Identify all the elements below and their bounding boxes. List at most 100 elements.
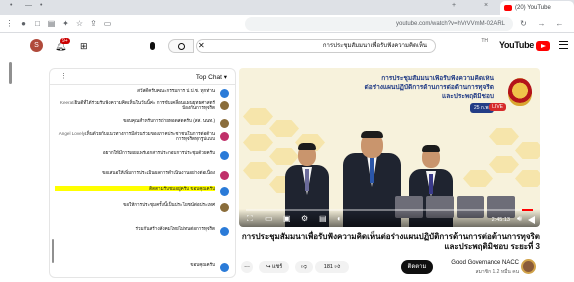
chat-author-avatar[interactable] <box>220 89 229 98</box>
chat-author-avatar[interactable] <box>220 101 229 110</box>
chat-message-body: ขอให้การประชุมครั้งนี้เป็นประโยชน์ต่อประ… <box>123 202 215 207</box>
voice-search-icon[interactable] <box>150 42 155 50</box>
share-icon: ↪ <box>265 264 271 270</box>
chat-message-body: อยากให้มีการเผยแพร่เอกสารประกอบการประชุม… <box>102 150 215 155</box>
create-video-icon[interactable]: ⊞ <box>80 41 88 52</box>
chat-author-avatar[interactable] <box>220 171 229 180</box>
new-tab-button[interactable]: + <box>452 2 456 9</box>
hexagon-decoration <box>515 142 540 159</box>
country-code: TH <box>481 38 488 44</box>
youtube-logo[interactable]: TH YouTube <box>481 38 550 51</box>
window-minimize-icon[interactable]: — <box>25 2 32 9</box>
chat-message-text: Keeratiยินดีที่ได้ร่วมรับฟังความคิดเห็นใ… <box>55 100 215 111</box>
download-icon[interactable]: □ <box>32 18 43 29</box>
chat-message-body: ขอเสนอให้เพิ่มการประเมินผลการดำเนินงานอย… <box>102 170 215 175</box>
guide-menu-icon[interactable] <box>559 41 568 49</box>
video-title: การประชุมสัมมนาเพื่อรับฟังความคิดเห็นต่อ… <box>241 232 540 251</box>
theater-mode-icon[interactable]: ▭ <box>265 214 273 224</box>
address-bar[interactable]: youtube.com/watch?v=hVrVVmM-02ARL <box>245 17 513 31</box>
fullscreen-icon[interactable]: ⛶ <box>247 214 253 224</box>
page-scrollbar[interactable] <box>9 62 12 84</box>
share-icon[interactable]: ⇪ <box>88 18 99 29</box>
subscribe-button[interactable]: ติดตาม <box>401 260 433 274</box>
video-banner-line-3: และประพฤติมิชอบ <box>442 93 494 100</box>
chat-author-name[interactable]: Keerati <box>60 100 75 105</box>
video-player[interactable]: การประชุมสัมมนาเพื่อรับฟังความคิดเห็น ต่… <box>239 68 540 227</box>
chat-message: ขอบคุณครับ <box>54 262 229 272</box>
profile-icon[interactable]: ▤ <box>46 18 57 29</box>
browser-tab-strip: • — • + × (20) YouTube <box>0 0 574 15</box>
youtube-play-logo-icon <box>536 41 550 51</box>
chat-message: Keeratiยินดีที่ได้ร่วมรับฟังความคิดเห็นใ… <box>54 100 229 110</box>
live-chat-panel: ⋮ Top Chat ▾ สวัสดีครับคณะกรรมการ ป.ป.ช.… <box>49 68 236 278</box>
channel-avatar[interactable] <box>521 259 536 274</box>
hexagon-decoration <box>489 128 519 145</box>
thumbs-up-icon: 👍︎ <box>334 264 341 270</box>
autoplay-toggle-icon[interactable]: ◐ <box>337 214 342 224</box>
chat-more-options-icon[interactable]: ⋮ <box>60 72 67 80</box>
chat-message: ร่วมกันสร้างสังคมไทยไม่ทนต่อการทุจริต <box>54 226 229 236</box>
chat-author-name[interactable]: Angel Lovely <box>59 131 85 136</box>
chat-author-avatar[interactable] <box>220 187 229 196</box>
captions-icon[interactable]: ▤ <box>319 214 327 224</box>
chat-author-avatar[interactable] <box>220 119 229 128</box>
menu-dots-icon[interactable]: ⋮ <box>4 18 15 29</box>
dislike-button[interactable]: 👎︎ <box>295 261 313 273</box>
chat-mode-selector[interactable]: Top Chat ▾ <box>196 73 227 81</box>
settings-gear-icon[interactable]: ⚙ <box>301 214 308 224</box>
chat-message-body: สวัสดีครับคณะกรรมการ ป.ป.ช. ทุกท่าน <box>137 88 215 93</box>
chat-message-body: ขอบคุณครับ <box>190 262 215 267</box>
chat-author-avatar[interactable] <box>220 151 229 160</box>
chat-message-body: ติดตามรับชมอยู่ครับ ขอบคุณครับ <box>149 186 215 191</box>
chat-author-avatar[interactable] <box>220 227 229 236</box>
like-button[interactable]: 181 👍︎ <box>315 261 349 273</box>
chat-scrollbar[interactable] <box>52 239 54 263</box>
chat-message: ขอให้การประชุมครั้งนี้เป็นประโยชน์ต่อประ… <box>54 202 229 212</box>
chat-message-list: สวัสดีครับคณะกรรมการ ป.ป.ช. ทุกท่าน Keera… <box>50 86 235 277</box>
miniplayer-icon[interactable]: ▣ <box>283 214 291 224</box>
account-avatar[interactable]: S <box>30 39 43 52</box>
video-progress-bar[interactable] <box>246 209 533 211</box>
cast-icon[interactable]: ▭ <box>102 18 113 29</box>
search-button[interactable] <box>168 39 194 53</box>
bookmark-star-icon[interactable]: ☆ <box>74 18 85 29</box>
hexagon-decoration <box>515 170 540 187</box>
puzzle-icon[interactable]: ✦ <box>60 18 71 29</box>
chat-message: อยากให้มีการเผยแพร่เอกสารประกอบการประชุม… <box>54 150 229 160</box>
back-icon[interactable]: ← <box>554 18 565 29</box>
chat-message-body: ร่วมกันสร้างสังคมไทยไม่ทนต่อการทุจริต <box>135 226 215 231</box>
browser-tab-youtube[interactable]: (20) YouTube <box>500 1 574 15</box>
chat-message: ขอบคุณสำหรับการถ่ายทอดสดครับ (สส. นนท.) <box>54 118 229 128</box>
extension-icon[interactable]: ● <box>18 18 29 29</box>
chat-message-body: ยินดีที่ได้ร่วมรับฟังความคิดเห็นในวันนี้… <box>74 100 215 111</box>
channel-name[interactable]: Good Governance NACC <box>451 260 519 266</box>
chat-message-text: ขอเสนอให้เพิ่มการประเมินผลการดำเนินงานอย… <box>55 170 215 175</box>
window-close-icon[interactable]: • <box>10 2 12 9</box>
play-button[interactable] <box>528 216 535 224</box>
chat-message-text: สวัสดีครับคณะกรรมการ ป.ป.ช. ทุกท่าน <box>55 88 215 93</box>
chat-author-avatar[interactable] <box>220 263 229 272</box>
window-maximize-icon[interactable]: • <box>40 2 42 9</box>
chat-message-body: ขอบคุณสำหรับการถ่ายทอดสดครับ (สส. นนท.) <box>123 118 215 123</box>
chat-author-avatar[interactable] <box>220 132 229 141</box>
youtube-wordmark: YouTube <box>498 40 534 50</box>
search-input[interactable]: การประชุมสัมมนาเพื่อรับฟังความคิดเห็น <box>196 39 436 53</box>
chat-author-avatar[interactable] <box>220 203 229 212</box>
tab-close-icon[interactable]: × <box>484 2 488 9</box>
chat-message: สวัสดีครับคณะกรรมการ ป.ป.ช. ทุกท่าน <box>54 88 229 98</box>
forward-icon[interactable]: → <box>536 18 547 29</box>
nacc-seal-logo <box>508 78 532 106</box>
more-actions-button[interactable]: ... <box>241 261 253 273</box>
chat-message: ติดตามรับชมอยู่ครับ ขอบคุณครับ <box>54 186 229 196</box>
chat-message: Angel Lovelyเห็นด้วยกับแนวทางการมีส่วนร่… <box>54 131 229 141</box>
hexagon-decoration <box>243 162 273 179</box>
chat-message: ขอเสนอให้เพิ่มการประเมินผลการดำเนินงานอย… <box>54 170 229 180</box>
volume-icon[interactable]: 🔊︎ <box>517 214 522 224</box>
reload-icon[interactable]: ↻ <box>518 18 529 29</box>
share-button[interactable]: ↪ แชร์ <box>259 261 289 273</box>
live-badge: LIVE <box>489 103 506 111</box>
thumbs-down-icon: 👎︎ <box>301 264 307 270</box>
chat-message-text: Angel Lovelyเห็นด้วยกับแนวทางการมีส่วนร่… <box>55 131 215 142</box>
video-progress-fill <box>521 209 533 211</box>
video-time-display: 2:45:13 <box>491 217 510 223</box>
